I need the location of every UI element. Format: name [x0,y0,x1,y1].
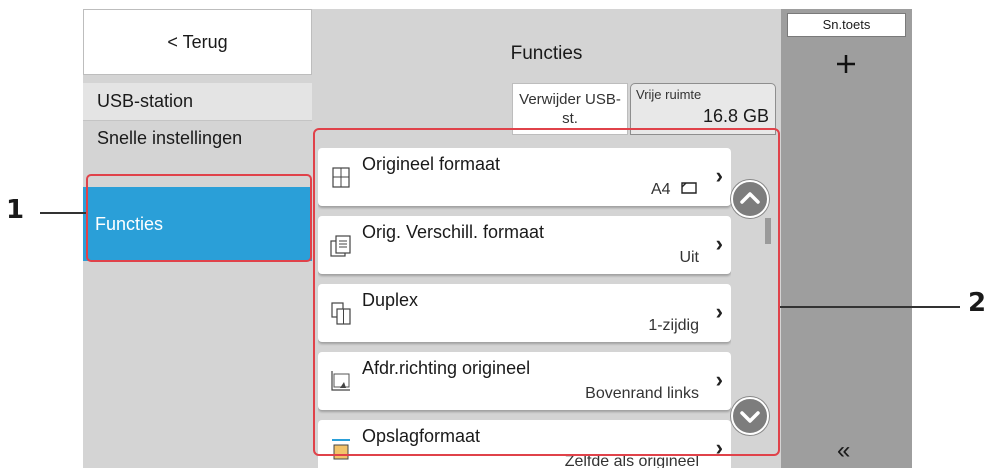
chevron-down-icon [740,411,760,423]
back-button[interactable]: < Terug [83,9,312,75]
chevron-up-icon [740,192,760,204]
callout-line-2 [780,306,960,308]
scrollbar-thumb[interactable] [765,218,771,244]
callout-number-2: 2 [968,288,987,318]
right-panel: Sn.toets « [781,9,912,468]
free-space-value: 16.8 GB [702,106,769,126]
double-chevron-left-icon[interactable]: « [837,437,850,465]
callout-frame-1 [86,174,312,262]
shortcut-tab[interactable]: Sn.toets [787,13,906,37]
callout-line-1 [40,212,86,214]
page-title: Functies [510,43,583,64]
plus-icon[interactable] [831,49,861,79]
callout-number-1: 1 [6,195,25,225]
callout-frame-2 [313,128,780,456]
free-space-label: Vrije ruimte [636,87,702,102]
sidebar-item-usb-station[interactable]: USB-station [83,83,312,121]
scroll-up-button[interactable] [731,180,769,218]
scroll-down-button[interactable] [731,397,769,435]
